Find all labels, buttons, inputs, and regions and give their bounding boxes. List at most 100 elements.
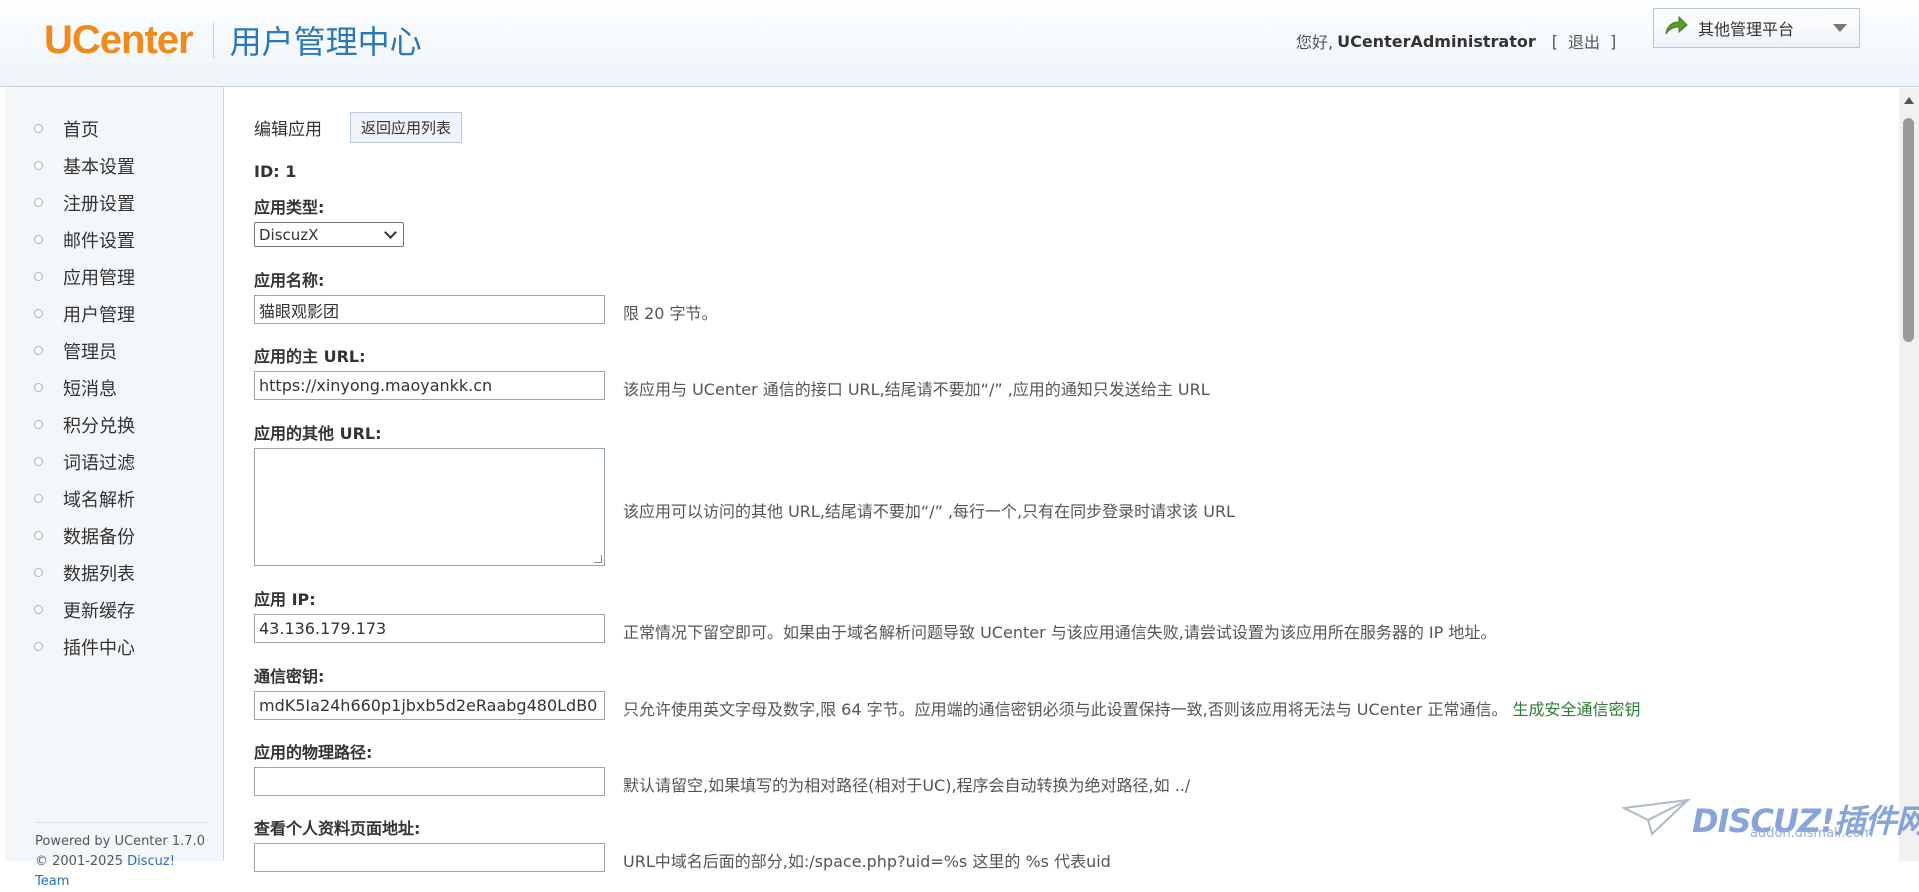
- chevron-down-icon: [384, 226, 397, 239]
- platform-label: 其他管理平台: [1698, 20, 1795, 39]
- powered-by-text: Powered by UCenter 1.7.0: [35, 834, 205, 849]
- sidebar-item-label: 更新缓存: [63, 600, 135, 622]
- logout-link[interactable]: 退出: [1562, 29, 1606, 53]
- sidebar-item-app-management[interactable]: 应用管理: [5, 258, 223, 295]
- sidebar-item-user-management[interactable]: 用户管理: [5, 295, 223, 332]
- logout-bracket-close: ]: [1609, 31, 1617, 51]
- scrollbar-thumb[interactable]: [1903, 118, 1914, 342]
- watermark-domain: addon.dismall.com: [1750, 826, 1874, 841]
- main-url-hint: 该应用与 UCenter 通信的接口 URL,结尾请不要加“/” ,应用的通知只…: [623, 380, 1210, 399]
- app-type-value: DiscuzX: [259, 225, 319, 244]
- sidebar-item-label: 数据备份: [63, 526, 135, 548]
- sidebar-item-label: 用户管理: [63, 304, 135, 326]
- sidebar-item-label: 词语过滤: [63, 452, 135, 474]
- sidebar-item-label: 域名解析: [63, 489, 135, 511]
- sidebar-item-domain-resolve[interactable]: 域名解析: [5, 480, 223, 517]
- bullet-icon: [34, 124, 43, 133]
- sidebar-item-short-messages[interactable]: 短消息: [5, 369, 223, 406]
- bullet-icon: [34, 642, 43, 651]
- other-url-label: 应用的其他 URL:: [254, 424, 382, 443]
- app-type-select[interactable]: DiscuzX: [254, 222, 404, 247]
- vertical-scrollbar[interactable]: [1899, 88, 1919, 861]
- sidebar-item-register-settings[interactable]: 注册设置: [5, 184, 223, 221]
- sidebar-footer: Powered by UCenter 1.7.0 © 2001-2025 Dis…: [35, 822, 210, 892]
- chevron-down-icon: [1833, 24, 1847, 32]
- bullet-icon: [34, 235, 43, 244]
- logo-divider: [212, 22, 214, 58]
- logout-bracket-open: [: [1551, 31, 1558, 51]
- sidebar-item-label: 积分兑换: [63, 415, 135, 437]
- sidebar-item-mail-settings[interactable]: 邮件设置: [5, 221, 223, 258]
- bullet-icon: [34, 198, 43, 207]
- app-id-text: ID: 1: [254, 162, 297, 181]
- sidebar-item-data-backup[interactable]: 数据备份: [5, 517, 223, 554]
- site-watermark: DISCUZ!插件网 addon.dismall.com: [1620, 790, 1919, 845]
- paper-plane-icon: [1622, 798, 1691, 836]
- bullet-icon: [34, 309, 43, 318]
- sidebar-item-update-cache[interactable]: 更新缓存: [5, 591, 223, 628]
- bullet-icon: [34, 161, 43, 170]
- copyright-text: © 2001-2025: [35, 854, 123, 869]
- app-ip-input[interactable]: 43.136.179.173: [254, 614, 605, 643]
- sidebar-item-label: 短消息: [63, 378, 117, 400]
- sidebar-item-data-list[interactable]: 数据列表: [5, 554, 223, 591]
- app-ip-label: 应用 IP:: [254, 590, 316, 609]
- sidebar-item-home[interactable]: 首页: [5, 110, 223, 147]
- bullet-icon: [34, 494, 43, 503]
- welcome-bar: 您好, UCenterAdministrator [ 退出 ]: [1296, 29, 1616, 53]
- profile-url-input[interactable]: [254, 843, 605, 872]
- sidebar-item-label: 管理员: [63, 341, 117, 363]
- sidebar-item-word-filter[interactable]: 词语过滤: [5, 443, 223, 480]
- bullet-icon: [34, 531, 43, 540]
- app-type-label: 应用类型:: [254, 198, 325, 217]
- generate-key-link[interactable]: 生成安全通信密钥: [1513, 700, 1641, 719]
- bullet-icon: [34, 420, 43, 429]
- bullet-icon: [34, 346, 43, 355]
- sidebar-item-credit-exchange[interactable]: 积分兑换: [5, 406, 223, 443]
- other-url-hint: 该应用可以访问的其他 URL,结尾请不要加“/” ,每行一个,只有在同步登录时请…: [623, 502, 1235, 521]
- sidebar-item-plugin-center[interactable]: 插件中心: [5, 628, 223, 665]
- sidebar-item-admins[interactable]: 管理员: [5, 332, 223, 369]
- logo-subtitle: 用户管理中心: [229, 23, 422, 61]
- copyright-line: © 2001-2025 Discuz! Team: [35, 852, 210, 892]
- sidebar-nav: 首页 基本设置 注册设置 邮件设置 应用管理 用户管理 管理员 短消息 积分兑换…: [5, 87, 223, 665]
- comm-key-hint: 只允许使用英文字母及数字,限 64 字节。应用端的通信密钥必须与此设置保持一致,…: [623, 696, 1641, 720]
- app-name-label: 应用名称:: [254, 271, 325, 290]
- resize-grip-icon[interactable]: [594, 555, 602, 563]
- logo-text: UCenter: [44, 17, 194, 62]
- bullet-icon: [34, 605, 43, 614]
- sidebar-item-basic-settings[interactable]: 基本设置: [5, 147, 223, 184]
- username: UCenterAdministrator: [1337, 31, 1536, 51]
- sidebar-item-label: 基本设置: [63, 156, 135, 178]
- sidebar-item-label: 插件中心: [63, 637, 135, 659]
- main-url-input[interactable]: https://xinyong.maoyankk.cn: [254, 371, 605, 400]
- bullet-icon: [34, 383, 43, 392]
- page-title: 编辑应用: [254, 120, 322, 140]
- scroll-up-arrow-icon[interactable]: [1904, 97, 1914, 104]
- comm-key-input[interactable]: mdK5Ia24h660p1jbxb5d2eRaabg480LdB0: [254, 691, 605, 720]
- sidebar-item-label: 邮件设置: [63, 230, 135, 252]
- sidebar: 首页 基本设置 注册设置 邮件设置 应用管理 用户管理 管理员 短消息 积分兑换…: [5, 87, 224, 889]
- app-ip-hint: 正常情况下留空即可。如果由于域名解析问题导致 UCenter 与该应用通信失败,…: [623, 623, 1497, 642]
- page-heading-row: 编辑应用 返回应用列表: [254, 112, 463, 143]
- profile-url-hint: URL中域名后面的部分,如:/space.php?uid=%s 这里的 %s 代…: [623, 852, 1111, 871]
- phys-path-input[interactable]: [254, 767, 605, 796]
- comm-key-hint-text: 只允许使用英文字母及数字,限 64 字节。应用端的通信密钥必须与此设置保持一致,…: [623, 700, 1508, 719]
- profile-url-label: 查看个人资料页面地址:: [254, 819, 421, 838]
- main-url-label: 应用的主 URL:: [254, 347, 366, 366]
- sidebar-item-label: 首页: [63, 119, 99, 141]
- app-name-input[interactable]: 猫眼观影团: [254, 295, 605, 324]
- back-to-app-list-button[interactable]: 返回应用列表: [350, 112, 463, 143]
- other-url-textarea[interactable]: [254, 448, 605, 566]
- comm-key-label: 通信密钥:: [254, 667, 325, 686]
- sidebar-item-label: 应用管理: [63, 267, 135, 289]
- phys-path-hint: 默认请留空,如果填写的为相对路径(相对于UC),程序会自动转换为绝对路径,如 .…: [623, 776, 1191, 795]
- other-platform-dropdown[interactable]: 其他管理平台: [1653, 8, 1860, 48]
- bullet-icon: [34, 457, 43, 466]
- header: UCenter 用户管理中心 您好, UCenterAdministrator …: [0, 0, 1919, 87]
- sidebar-item-label: 数据列表: [63, 563, 135, 585]
- main-content: 编辑应用 返回应用列表 ID: 1 应用类型: DiscuzX 应用名称: 猫眼…: [225, 88, 1900, 872]
- ucenter-logo[interactable]: UCenter 用户管理中心: [44, 16, 422, 64]
- greeting-text: 您好,: [1296, 33, 1334, 52]
- bullet-icon: [34, 568, 43, 577]
